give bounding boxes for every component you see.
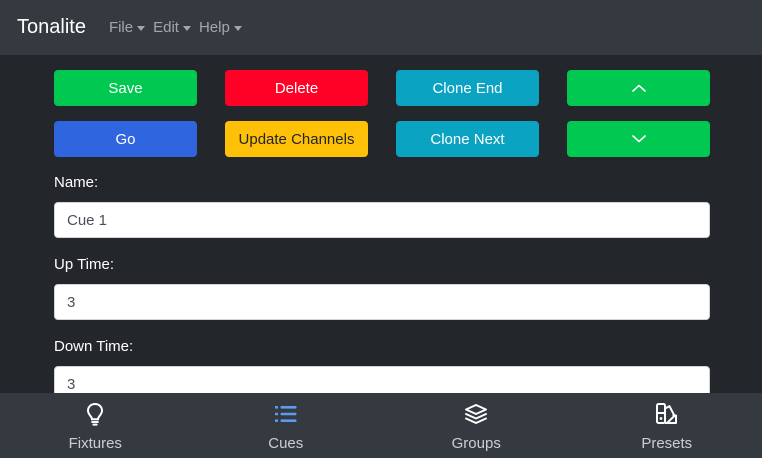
list-icon bbox=[274, 402, 298, 426]
tab-groups-label: Groups bbox=[451, 435, 501, 452]
name-input[interactable] bbox=[54, 202, 710, 238]
clone-next-button[interactable]: Clone Next bbox=[396, 121, 539, 157]
clone-next-button-label: Clone Next bbox=[430, 130, 505, 148]
down-time-label: Down Time: bbox=[54, 338, 134, 355]
top-navbar: Tonalite File Edit Help bbox=[0, 0, 762, 55]
tab-fixtures[interactable]: Fixtures bbox=[0, 393, 191, 458]
save-button-label: Save bbox=[108, 79, 143, 97]
up-time-input[interactable] bbox=[54, 284, 710, 320]
caret-down-icon bbox=[233, 25, 242, 31]
update-channels-button[interactable]: Update Channels bbox=[225, 121, 368, 157]
up-time-label: Up Time: bbox=[54, 256, 115, 273]
chevron-down-icon bbox=[631, 135, 646, 143]
menu-help[interactable]: Help bbox=[199, 19, 242, 36]
lightbulb-icon bbox=[83, 402, 107, 426]
menu-edit[interactable]: Edit bbox=[153, 19, 191, 36]
move-down-button[interactable] bbox=[567, 121, 710, 157]
menu-file-label: File bbox=[108, 19, 134, 36]
go-button-label: Go bbox=[115, 130, 136, 148]
bottom-navigation: Fixtures Cues Groups Presets bbox=[0, 393, 762, 458]
down-time-input[interactable] bbox=[54, 366, 710, 393]
delete-button-label: Delete bbox=[274, 79, 319, 97]
chevron-up-icon bbox=[631, 84, 646, 92]
menu-help-label: Help bbox=[198, 19, 230, 36]
clone-end-button[interactable]: Clone End bbox=[396, 70, 539, 106]
save-button[interactable]: Save bbox=[54, 70, 197, 106]
layers-icon bbox=[464, 402, 488, 426]
go-button[interactable]: Go bbox=[54, 121, 197, 157]
caret-down-icon bbox=[137, 25, 146, 31]
tab-presets-label: Presets bbox=[641, 435, 693, 452]
app-title[interactable]: Tonalite bbox=[17, 16, 86, 39]
caret-down-icon bbox=[182, 25, 191, 31]
menu-edit-label: Edit bbox=[153, 19, 179, 36]
tab-cues-label: Cues bbox=[268, 435, 304, 452]
cue-editor: Save Delete Clone End Go Update Channels… bbox=[0, 55, 762, 393]
tab-fixtures-label: Fixtures bbox=[68, 435, 122, 452]
tab-cues[interactable]: Cues bbox=[191, 393, 382, 458]
name-label: Name: bbox=[54, 174, 99, 191]
clone-end-button-label: Clone End bbox=[432, 79, 503, 97]
move-up-button[interactable] bbox=[567, 70, 710, 106]
delete-button[interactable]: Delete bbox=[225, 70, 368, 106]
swatchbook-icon bbox=[655, 402, 679, 426]
menu-file[interactable]: File bbox=[108, 19, 146, 36]
update-channels-button-label: Update Channels bbox=[238, 130, 355, 148]
tab-presets[interactable]: Presets bbox=[572, 393, 762, 458]
tab-groups[interactable]: Groups bbox=[381, 393, 572, 458]
